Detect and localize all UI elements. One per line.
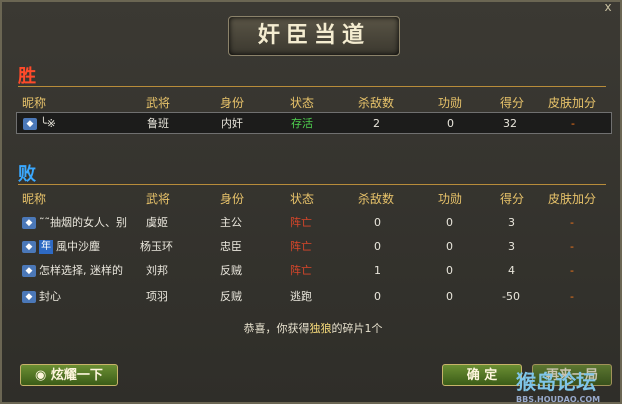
score: 3: [508, 216, 515, 229]
score: 3: [508, 240, 515, 253]
table-row[interactable]: ◆ ╰※ 鲁班 内奸 存活 2 0 32 -: [16, 112, 612, 134]
kills: 0: [374, 216, 381, 229]
merit: 0: [446, 264, 453, 277]
player-icon: ◆: [22, 265, 36, 277]
kills: 2: [373, 117, 380, 130]
general: 杨玉环: [140, 240, 173, 253]
col-header-score: 得分: [500, 96, 525, 110]
table-row[interactable]: ◆ ˜˜抽烟的女人、别 虞姬 主公 阵亡 0 0 3 -: [16, 212, 612, 234]
skin-bonus: -: [570, 264, 574, 277]
year-badge-icon: 年: [39, 240, 53, 254]
col-header-merit: 功勋: [438, 192, 463, 206]
general: 虞姬: [146, 216, 168, 229]
watermark-logo: 猴岛论坛 BBS.HOUDAO.COM: [516, 370, 601, 404]
col-header-score: 得分: [500, 192, 525, 206]
col-header-kills: 杀敌数: [358, 192, 395, 206]
kills: 0: [374, 290, 381, 303]
score: -50: [502, 290, 520, 303]
col-header-general: 武将: [146, 192, 171, 206]
confirm-button[interactable]: 确 定: [442, 364, 522, 386]
role: 主公: [220, 216, 242, 229]
nickname: 風中沙塵: [56, 240, 100, 253]
kills: 0: [374, 240, 381, 253]
player-icon: ◆: [22, 241, 36, 253]
status: 阵亡: [290, 264, 312, 277]
status: 阵亡: [290, 240, 312, 253]
share-icon: ◉: [35, 368, 51, 383]
general: 刘邦: [146, 264, 168, 277]
skin-bonus: -: [570, 290, 574, 303]
nickname: 封心: [39, 290, 61, 303]
general: 鲁班: [147, 117, 169, 130]
page-title: 奸臣当道: [228, 16, 400, 56]
winners-label: 胜: [18, 66, 36, 87]
show-off-button[interactable]: ◉ 炫耀一下: [20, 364, 118, 386]
col-header-nickname: 昵称: [22, 96, 47, 110]
col-header-merit: 功勋: [438, 96, 463, 110]
table-row[interactable]: ◆ 怎样选择, 迷样的 刘邦 反贼 阵亡 1 0 4 -: [16, 260, 612, 282]
skin-bonus: -: [571, 117, 575, 130]
player-icon: ◆: [22, 291, 36, 303]
role: 反贼: [220, 264, 242, 277]
general: 项羽: [146, 290, 168, 303]
reward-item: 独狼: [309, 322, 332, 335]
col-header-role: 身份: [220, 192, 245, 206]
role: 反贼: [220, 290, 242, 303]
col-header-kills: 杀敌数: [358, 96, 395, 110]
role: 忠臣: [220, 240, 242, 253]
player-icon: ◆: [22, 217, 36, 229]
nickname: 怎样选择, 迷样的: [39, 264, 123, 277]
col-header-skin: 皮肤加分: [548, 96, 597, 110]
nickname: ╰※: [40, 117, 56, 130]
col-header-status: 状态: [290, 192, 315, 206]
status: 阵亡: [290, 216, 312, 229]
col-header-status: 状态: [290, 96, 315, 110]
score: 32: [503, 117, 517, 130]
col-header-nickname: 昵称: [22, 192, 47, 206]
skin-bonus: -: [570, 216, 574, 229]
merit: 0: [446, 240, 453, 253]
merit: 0: [446, 216, 453, 229]
role: 内奸: [221, 117, 243, 130]
divider: [18, 184, 606, 185]
table-row[interactable]: ◆ 年風中沙塵 杨玉环 忠臣 阵亡 0 0 3 -: [16, 236, 612, 258]
score: 4: [508, 264, 515, 277]
result-panel: 奸臣当道 x 胜 昵称 武将 身份 状态 杀敌数 功勋 得分 皮肤加分 ◆ ╰※ …: [0, 0, 622, 404]
merit: 0: [447, 117, 454, 130]
table-row[interactable]: ◆ 封心 项羽 反贼 逃跑 0 0 -50 -: [16, 286, 612, 308]
close-icon[interactable]: x: [602, 1, 614, 13]
divider: [18, 86, 606, 87]
nickname: ˜˜抽烟的女人、别: [39, 216, 127, 229]
col-header-role: 身份: [220, 96, 245, 110]
col-header-skin: 皮肤加分: [548, 192, 597, 206]
player-icon: ◆: [23, 118, 37, 130]
col-header-general: 武将: [146, 96, 171, 110]
skin-bonus: -: [570, 240, 574, 253]
reward-message: 恭喜，你获得独狼的碎片1个: [243, 322, 383, 335]
kills: 1: [374, 264, 381, 277]
losers-label: 败: [18, 164, 36, 185]
status: 逃跑: [290, 290, 312, 303]
merit: 0: [446, 290, 453, 303]
status: 存活: [291, 117, 313, 130]
